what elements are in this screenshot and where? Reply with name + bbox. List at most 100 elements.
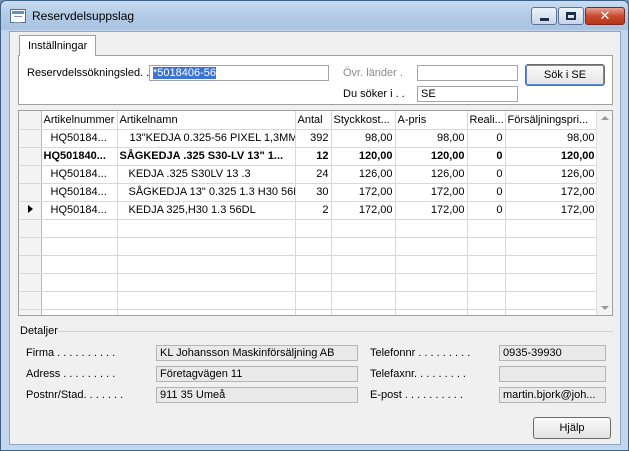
row-selector[interactable] (19, 291, 42, 310)
table-cell[interactable]: 126,00 (331, 165, 396, 184)
table-cell[interactable]: 120,00 (395, 147, 468, 166)
table-cell[interactable]: KEDJA 325,H30 1.3 56DL (117, 201, 296, 220)
other-countries-field[interactable] (417, 65, 518, 81)
row-selector[interactable] (19, 237, 42, 256)
table-row[interactable]: HQ501840... SÅGKEDJA .325 S30-LV 13" 1...… (19, 147, 598, 166)
table-cell[interactable]: 13"KEDJA 0.325-56 PIXEL 1,3MM (117, 129, 296, 148)
table-cell[interactable] (505, 255, 598, 274)
table-cell[interactable] (331, 219, 396, 238)
empty-row[interactable] (19, 237, 598, 256)
table-cell[interactable] (467, 273, 506, 292)
table-cell[interactable] (395, 255, 468, 274)
table-cell[interactable]: 172,00 (331, 201, 396, 220)
table-cell[interactable] (467, 237, 506, 256)
row-selector[interactable] (19, 165, 42, 184)
table-cell[interactable] (41, 255, 118, 274)
table-cell[interactable] (117, 237, 296, 256)
table-cell[interactable] (41, 309, 118, 315)
table-cell[interactable] (395, 273, 468, 292)
table-cell[interactable]: 0 (467, 129, 506, 148)
table-cell[interactable] (117, 273, 296, 292)
column-header[interactable]: Antal (295, 111, 332, 130)
table-scrollbar[interactable] (596, 111, 612, 315)
table-cell[interactable]: 98,00 (331, 129, 396, 148)
row-selector[interactable] (19, 255, 42, 274)
close-button[interactable]: ✕ (585, 7, 625, 25)
column-header[interactable]: Reali... (467, 111, 506, 130)
table-cell[interactable]: 98,00 (395, 129, 468, 148)
table-cell[interactable]: 172,00 (395, 201, 468, 220)
table-cell[interactable]: 172,00 (505, 183, 598, 202)
table-cell[interactable] (117, 219, 296, 238)
table-cell[interactable] (505, 237, 598, 256)
table-cell[interactable] (41, 219, 118, 238)
empty-row[interactable] (19, 255, 598, 274)
table-cell[interactable]: 12 (295, 147, 332, 166)
scroll-down-icon[interactable] (601, 306, 609, 310)
table-cell[interactable]: 172,00 (505, 201, 598, 220)
parts-table[interactable]: Artikelnummer Artikelnamn Antal Styckkos… (18, 110, 613, 316)
table-cell[interactable]: 2 (295, 201, 332, 220)
empty-row[interactable] (19, 309, 598, 315)
table-cell[interactable] (395, 219, 468, 238)
table-cell[interactable] (41, 273, 118, 292)
table-cell[interactable]: 120,00 (505, 147, 598, 166)
table-cell[interactable]: HQ501840... (41, 147, 118, 166)
table-cell[interactable]: 126,00 (505, 165, 598, 184)
table-cell[interactable] (467, 291, 506, 310)
table-cell[interactable] (331, 273, 396, 292)
table-cell[interactable] (295, 273, 332, 292)
table-cell[interactable]: 0 (467, 183, 506, 202)
table-cell[interactable] (117, 309, 296, 315)
table-row[interactable]: HQ50184... SÅGKEDJA 13" 0.325 1.3 H30 56E… (19, 183, 598, 202)
table-cell[interactable] (467, 255, 506, 274)
row-selector[interactable] (19, 183, 42, 202)
table-cell[interactable]: 98,00 (505, 129, 598, 148)
empty-row[interactable] (19, 273, 598, 292)
table-row[interactable]: HQ50184... 13"KEDJA 0.325-56 PIXEL 1,3MM 3… (19, 129, 598, 148)
table-cell[interactable] (117, 255, 296, 274)
table-cell[interactable]: SÅGKEDJA .325 S30-LV 13" 1... (117, 147, 296, 166)
table-cell[interactable]: KEDJA .325 S30LV 13 .3 (117, 165, 296, 184)
table-cell[interactable]: 172,00 (331, 183, 396, 202)
table-cell[interactable]: 24 (295, 165, 332, 184)
table-cell[interactable] (41, 291, 118, 310)
table-cell[interactable] (505, 273, 598, 292)
table-cell[interactable] (395, 291, 468, 310)
table-cell[interactable] (467, 309, 506, 315)
table-cell[interactable]: 0 (467, 201, 506, 220)
row-selector[interactable] (19, 129, 42, 148)
table-cell[interactable] (467, 219, 506, 238)
column-header[interactable]: Styckkost... (331, 111, 396, 130)
row-selector[interactable] (19, 273, 42, 292)
table-cell[interactable] (505, 309, 598, 315)
column-header[interactable]: Artikelnamn (117, 111, 296, 130)
column-header[interactable]: A-pris (395, 111, 468, 130)
empty-row[interactable] (19, 291, 598, 310)
table-cell[interactable]: 392 (295, 129, 332, 148)
table-cell[interactable] (295, 219, 332, 238)
table-cell[interactable] (331, 309, 396, 315)
row-selector[interactable] (19, 147, 42, 166)
table-cell[interactable]: 120,00 (331, 147, 396, 166)
table-cell[interactable] (331, 255, 396, 274)
table-cell[interactable] (331, 237, 396, 256)
table-cell[interactable]: 30 (295, 183, 332, 202)
row-selector[interactable] (19, 309, 42, 315)
column-header[interactable]: Artikelnummer (41, 111, 118, 130)
table-cell[interactable] (505, 219, 598, 238)
table-cell[interactable] (41, 237, 118, 256)
table-cell[interactable] (505, 291, 598, 310)
table-cell[interactable] (295, 309, 332, 315)
search-input[interactable]: *5018406-56 (149, 65, 329, 81)
table-cell[interactable] (295, 255, 332, 274)
scroll-up-icon[interactable] (601, 116, 609, 120)
row-selector[interactable] (19, 201, 42, 220)
search-se-button[interactable]: Sök i SE (525, 64, 605, 86)
minimize-button[interactable] (531, 7, 557, 25)
table-cell[interactable]: 172,00 (395, 183, 468, 202)
tab-installningar[interactable]: Inställningar (19, 35, 97, 56)
table-cell[interactable]: 0 (467, 165, 506, 184)
row-selector[interactable] (19, 219, 42, 238)
help-button[interactable]: Hjälp (533, 417, 611, 439)
